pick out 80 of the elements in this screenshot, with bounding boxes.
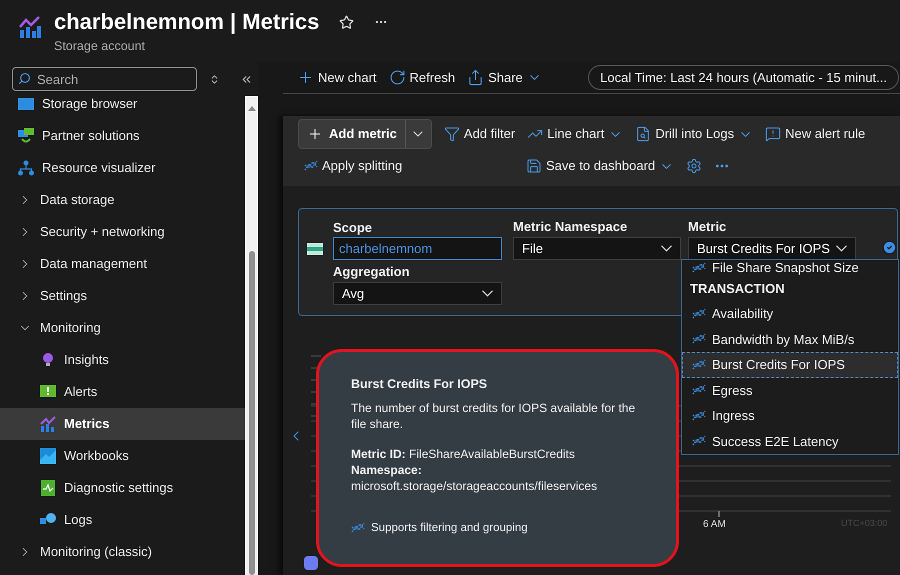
metric-id-text: Metric ID: FileShareAvailableBurstCredits (351, 446, 576, 462)
time-range-button[interactable]: Local Time: Last 24 hours (Automatic - 15 minut... (588, 65, 899, 90)
sidebar-item[interactable]: Storage browser (0, 96, 245, 120)
alert-icon (765, 126, 782, 142)
namespace-text: microsoft.storage/storageaccounts/fileservices (351, 478, 598, 494)
toolbar-button[interactable]: Apply splitting (304, 156, 402, 176)
filter-icon (444, 126, 460, 142)
toolbar-button[interactable]: Line chart (527, 124, 624, 144)
settings-icon[interactable] (686, 158, 702, 174)
field-label: Metric (688, 219, 728, 235)
toolbar-button[interactable]: New chart (297, 68, 377, 88)
metric-option[interactable]: Egress (682, 378, 898, 403)
metrics-chart-icon (18, 15, 42, 39)
metric-option[interactable]: Ingress (682, 403, 898, 428)
sidebar-item[interactable]: Alerts (0, 376, 245, 408)
group-header: TRANSACTION (689, 280, 786, 298)
page-subtitle: Storage account (54, 38, 146, 55)
metric-icon (692, 261, 706, 275)
metric-icon (692, 408, 706, 423)
sidebar-item[interactable]: Workbooks (0, 440, 245, 472)
sidebar-item[interactable]: Insights (0, 344, 245, 376)
toolbar-button[interactable]: Refresh (388, 68, 456, 88)
metric-option[interactable]: Availability (682, 301, 898, 326)
refresh-icon (388, 69, 406, 86)
field-label: Aggregation (333, 264, 411, 280)
alert-icon (40, 385, 56, 399)
plus-icon (307, 126, 323, 142)
tooltip-footer: Supports filtering and grouping (371, 520, 528, 536)
sort-icon[interactable] (209, 74, 220, 84)
search-icon (18, 72, 31, 85)
scrollbar[interactable] (245, 96, 258, 575)
metric-icon (692, 306, 706, 321)
sidebar-group[interactable]: Settings (0, 280, 245, 312)
namespace-select[interactable]: File (513, 237, 681, 260)
sidebar-item[interactable]: Resource visualizer (0, 152, 245, 184)
toolbar-button[interactable]: Share (467, 68, 542, 88)
field-label: Scope (333, 220, 374, 236)
toolbar-button[interactable]: Drill into Logs (635, 124, 754, 144)
sidebar-group[interactable]: Data management (0, 248, 245, 280)
metric-option[interactable]: Bandwidth by Max MiB/s (682, 326, 898, 352)
metrics-icon (40, 416, 56, 432)
network-icon (18, 160, 34, 176)
namespace-label: Namespace: (351, 462, 423, 478)
metric-icon (692, 358, 706, 372)
sidebar-item[interactable]: Metrics (0, 408, 245, 440)
scope-field[interactable]: charbelnemnom (333, 237, 502, 260)
field-label: Metric Namespace (513, 219, 628, 235)
sidebar-item[interactable]: Partner solutions (0, 120, 245, 152)
toolbar-button[interactable]: New alert rule (765, 124, 866, 144)
chevron-down-icon (661, 245, 672, 252)
sidebar-group[interactable]: Monitoring (0, 312, 245, 344)
sidebar-group[interactable]: Security + networking (0, 216, 245, 248)
sidebar-group[interactable]: Monitoring (classic) (0, 536, 245, 568)
splitting-icon (304, 159, 318, 173)
star-icon[interactable] (339, 14, 354, 30)
share-icon (467, 69, 484, 86)
tooltip-title: Burst Credits For IOPS (351, 376, 488, 392)
document-icon (635, 126, 652, 142)
tooltip-description: The number of burst credits for IOPS available for the file share. (351, 400, 636, 432)
metric-option[interactable]: Success E2E Latency (682, 428, 898, 454)
diagnostic-icon (41, 480, 55, 496)
legend-swatch (304, 556, 318, 570)
chevron-down-icon (836, 245, 847, 252)
sidebar-item[interactable]: Diagnostic settings (0, 472, 245, 504)
plus-icon (297, 69, 314, 86)
lightbulb-icon (42, 352, 54, 368)
save-icon (526, 158, 542, 174)
toolbar-button[interactable]: Save to dashboard (526, 156, 674, 176)
axis-label: 6 AM (703, 518, 726, 532)
search-field[interactable]: Search (12, 67, 197, 91)
metric-select[interactable]: Burst Credits For IOPS (688, 237, 856, 260)
sidebar-group[interactable]: Data storage (0, 184, 245, 216)
grouping-icon (351, 521, 365, 535)
sidebar-item[interactable]: Logs (0, 504, 245, 536)
aggregation-select[interactable]: Avg (333, 282, 502, 305)
page-title: charbelnemnom | Metrics (54, 10, 320, 34)
toolbar-button[interactable]: Add filter (444, 124, 516, 144)
chevron-down-icon (482, 290, 493, 297)
metric-option[interactable]: File Share Snapshot Size (682, 260, 898, 276)
metric-option[interactable]: Burst Credits For IOPS (682, 352, 898, 378)
